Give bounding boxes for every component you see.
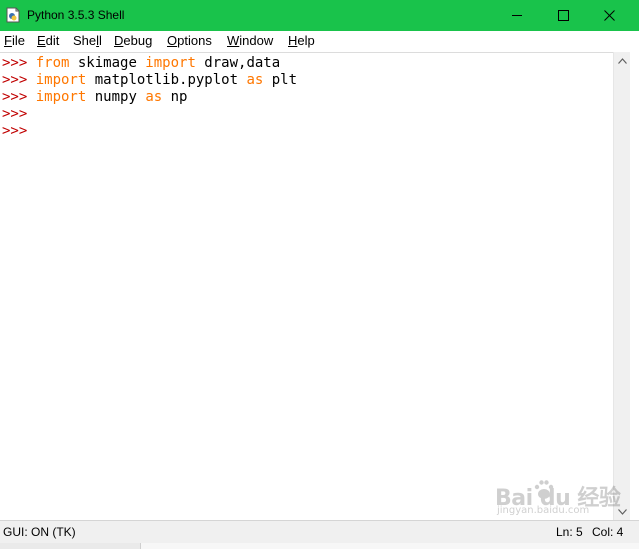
- code-text: plt: [263, 72, 298, 88]
- menu-options[interactable]: Options: [167, 33, 212, 48]
- shell-line: >>>: [2, 106, 36, 123]
- menu-file[interactable]: File: [4, 33, 25, 48]
- code-text: np: [162, 89, 188, 105]
- shell-prompt: >>>: [2, 106, 36, 122]
- window-title: Python 3.5.3 Shell: [27, 8, 125, 22]
- column-number: Col: 4: [592, 525, 624, 539]
- menu-window[interactable]: Window: [227, 33, 273, 48]
- maximize-button[interactable]: [540, 0, 586, 31]
- code-keyword: from: [35, 55, 70, 71]
- menu-shell[interactable]: Shell: [73, 33, 102, 48]
- gui-status: GUI: ON (TK): [3, 525, 76, 539]
- shell-prompt: >>>: [2, 72, 36, 88]
- shell-prompt: >>>: [2, 55, 36, 71]
- maximize-icon: [557, 10, 569, 21]
- title-bar: Python 3.5.3 Shell: [0, 0, 639, 31]
- code-text: draw,data: [195, 55, 281, 71]
- code-keyword: import: [35, 89, 87, 105]
- menu-debug[interactable]: Debug: [114, 33, 152, 48]
- shell-line: >>> import matplotlib.pyplot as plt: [2, 72, 297, 89]
- baidu-watermark: Bai du 经验 jingyan.baidu.com: [495, 478, 621, 518]
- python-idle-icon: [6, 7, 20, 23]
- shell-prompt: >>>: [2, 123, 36, 139]
- minimize-icon: [511, 10, 523, 21]
- vertical-scrollbar[interactable]: [613, 52, 631, 520]
- shell-line: >>>: [2, 123, 36, 140]
- shell-prompt: >>>: [2, 89, 36, 105]
- code-keyword: import: [35, 72, 87, 88]
- close-icon: [603, 10, 615, 21]
- shell-text-area[interactable]: >>> from skimage import draw,data >>> imp…: [0, 52, 613, 521]
- code-keyword: as: [145, 89, 163, 105]
- code-keyword: as: [246, 72, 264, 88]
- close-button[interactable]: [586, 0, 632, 31]
- code-text: numpy: [86, 89, 146, 105]
- code-keyword: import: [145, 55, 196, 71]
- minimize-button[interactable]: [494, 0, 540, 31]
- code-text: matplotlib.pyplot: [86, 72, 247, 88]
- line-number: Ln: 5: [556, 525, 583, 539]
- shell-line: >>> import numpy as np: [2, 89, 187, 106]
- status-bar: GUI: ON (TK) Ln: 5 Col: 4: [0, 520, 639, 543]
- baidu-paw-icon: [534, 479, 554, 506]
- menu-help[interactable]: Help: [288, 33, 315, 48]
- shell-line: >>> from skimage import draw,data: [2, 55, 280, 72]
- menu-edit[interactable]: Edit: [37, 33, 59, 48]
- menu-bar: File Edit Shell Debug Options Window Hel…: [0, 31, 639, 51]
- code-text: skimage: [69, 55, 146, 71]
- scroll-up-arrow-icon[interactable]: [614, 52, 631, 69]
- window-right-edge: [630, 31, 639, 549]
- bottom-strip: [0, 543, 639, 549]
